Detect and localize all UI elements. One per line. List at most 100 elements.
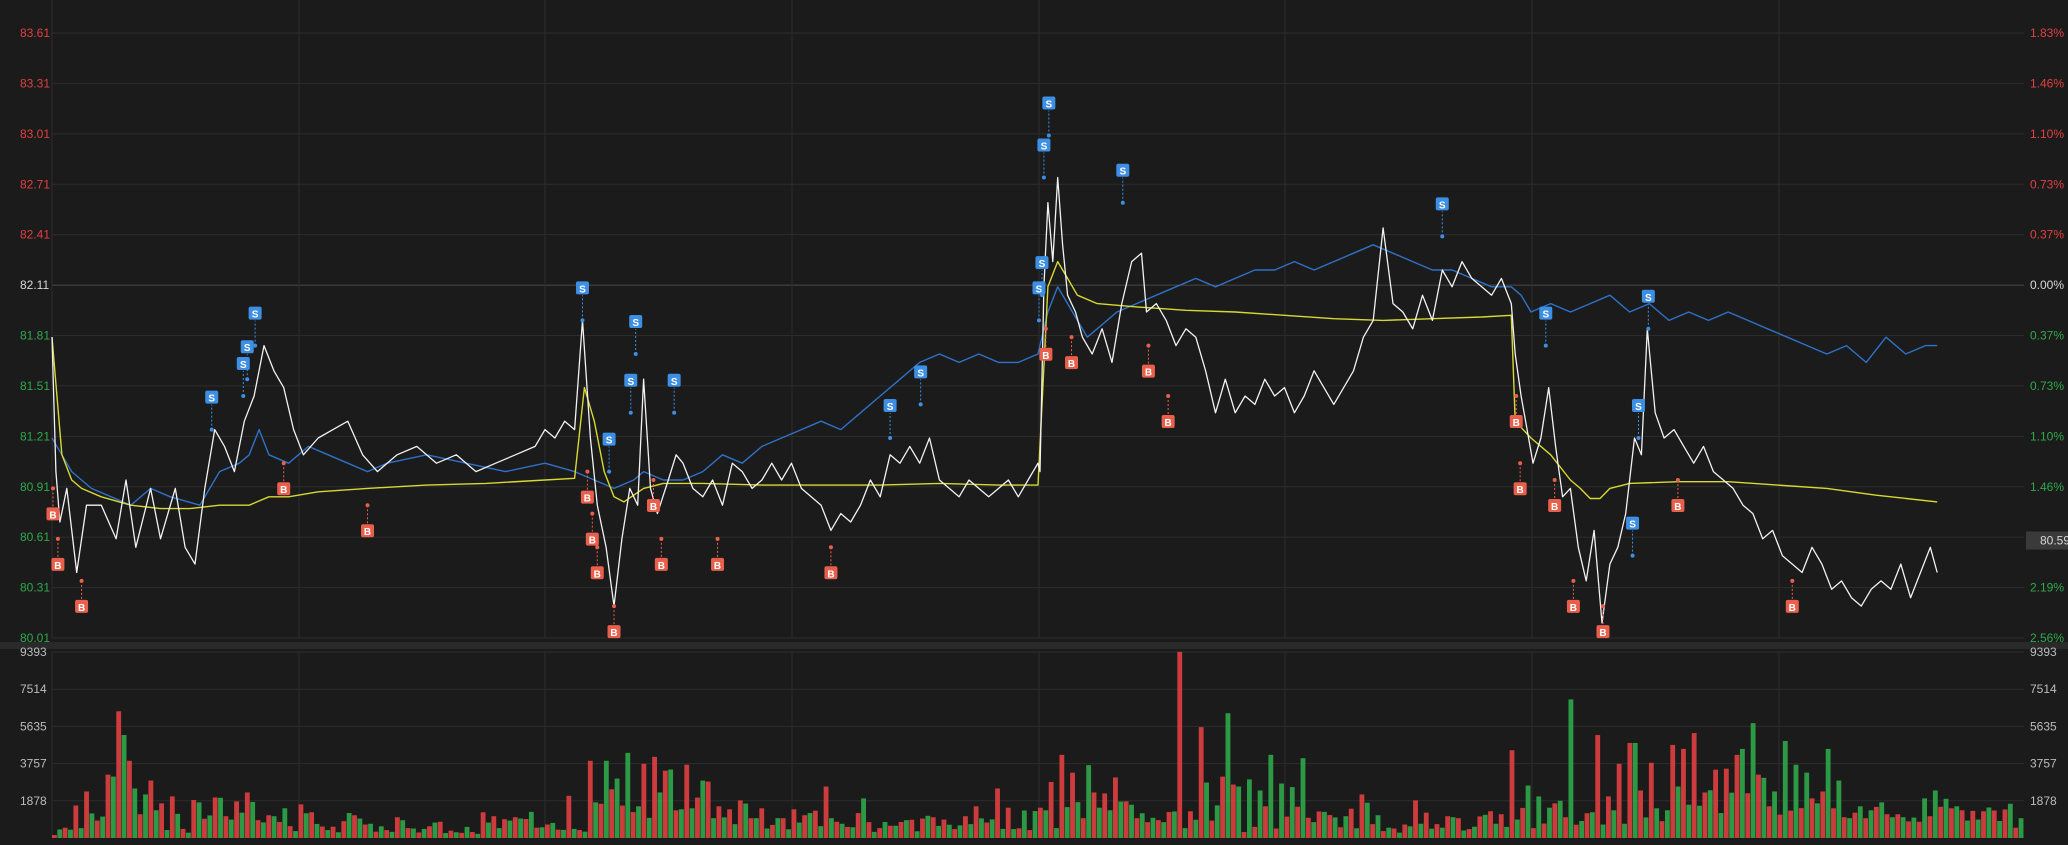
volume-bar-down bbox=[614, 778, 620, 838]
volume-bar-up bbox=[566, 795, 572, 838]
sell-signal-label: S bbox=[1542, 310, 1549, 321]
buy-signal-point bbox=[651, 478, 656, 483]
volume-bar-up bbox=[834, 821, 840, 838]
buy-signal-label: B bbox=[1165, 418, 1172, 429]
volume-bar-up bbox=[459, 832, 465, 838]
volume-tick-label-right: 9393 bbox=[2030, 645, 2057, 659]
volume-bar-up bbox=[1702, 792, 1708, 838]
volume-bar-down bbox=[668, 769, 674, 838]
volume-bar-up bbox=[394, 817, 400, 838]
volume-bar-down bbox=[1547, 807, 1552, 838]
volume-bar-down bbox=[78, 828, 84, 838]
volume-bar-up bbox=[1498, 814, 1504, 838]
volume-bar-up bbox=[962, 816, 968, 838]
y-left-tick-label: 80.31 bbox=[20, 581, 50, 595]
y-right-tick-label: 1.46% bbox=[2030, 480, 2064, 494]
sell-signal-label: S bbox=[1645, 293, 1652, 304]
volume-bar-down bbox=[861, 798, 866, 838]
volume-bar-down bbox=[1450, 817, 1456, 838]
volume-bar-down bbox=[164, 830, 170, 838]
volume-bar-down bbox=[1965, 820, 1970, 838]
volume-bar-up bbox=[1391, 828, 1397, 838]
sell-signal-point bbox=[888, 436, 893, 441]
y-left-tick-label: 81.21 bbox=[20, 429, 50, 443]
sell-signal-point bbox=[1636, 436, 1641, 441]
buy-signal-label: B bbox=[1674, 502, 1681, 513]
volume-bar-down bbox=[100, 816, 106, 838]
volume-tick-label-left: 5635 bbox=[20, 719, 47, 733]
volume-bar-up bbox=[416, 832, 422, 838]
volume-bar-down bbox=[486, 822, 491, 838]
buy-signal-point bbox=[1571, 578, 1576, 583]
sell-signal-point bbox=[628, 410, 633, 415]
volume-bar-down bbox=[818, 826, 824, 838]
volume-bar-up bbox=[94, 820, 100, 838]
buy-signal-point bbox=[1514, 394, 1519, 398]
volume-bar-down bbox=[1525, 785, 1531, 838]
volume-bar-down bbox=[1129, 804, 1134, 838]
y-right-tick-label: 1.10% bbox=[2030, 429, 2064, 443]
volume-bar-up bbox=[1005, 807, 1011, 838]
volume-bar-down bbox=[657, 792, 663, 838]
volume-bar-up bbox=[512, 817, 518, 838]
volume-bar-up bbox=[545, 824, 550, 838]
volume-bar-up bbox=[791, 809, 797, 838]
volume-bar-down bbox=[1054, 828, 1059, 838]
y-left-tick-label: 81.81 bbox=[20, 329, 50, 343]
volume-bar-up bbox=[180, 828, 186, 838]
volume-bar-up bbox=[1241, 832, 1247, 838]
volume-bar-down bbox=[1193, 819, 1199, 838]
volume-bar-up bbox=[1938, 806, 1944, 838]
buy-signal-label: B bbox=[714, 561, 721, 572]
sell-signal-label: S bbox=[1629, 520, 1636, 531]
volume-bar-down bbox=[1557, 800, 1563, 838]
y-right-tick-label: 0.37% bbox=[2030, 228, 2064, 242]
sell-signal-label: S bbox=[632, 318, 639, 329]
volume-bar-up bbox=[1756, 774, 1761, 838]
y-left-tick-label: 81.51 bbox=[20, 379, 50, 393]
volume-bar-up bbox=[1766, 806, 1772, 838]
volume-bar-down bbox=[2007, 803, 2013, 838]
volume-bar-up bbox=[598, 803, 604, 838]
volume-bar-up bbox=[1038, 807, 1043, 838]
volume-bar-down bbox=[1118, 801, 1124, 838]
volume-bar-down bbox=[689, 808, 695, 838]
panel-separator bbox=[0, 642, 2068, 649]
volume-bar-up bbox=[555, 829, 561, 838]
volume-bar-up bbox=[405, 828, 411, 838]
y-right-tick-label: 0.73% bbox=[2030, 379, 2064, 393]
volume-bar-down bbox=[421, 828, 427, 838]
volume-bar-up bbox=[1327, 815, 1333, 838]
volume-bar-down bbox=[357, 818, 363, 838]
volume-bar-up bbox=[1027, 830, 1033, 838]
volume-bar-down bbox=[1171, 811, 1177, 838]
volume-bar-down bbox=[185, 832, 191, 838]
volume-bar-down bbox=[904, 820, 909, 838]
volume-bar-down bbox=[1279, 783, 1284, 838]
volume-bar-up bbox=[1220, 776, 1226, 838]
volume-tick-label-left: 7514 bbox=[20, 682, 47, 696]
volume-bar-up bbox=[920, 818, 925, 838]
volume-bar-up bbox=[577, 830, 582, 838]
buy-signal-point bbox=[590, 511, 595, 516]
volume-bar-up bbox=[780, 818, 786, 838]
volume-bar-up bbox=[223, 816, 229, 838]
sell-signal-point bbox=[245, 377, 250, 382]
sell-signal-point bbox=[1039, 293, 1044, 298]
sell-signal-label: S bbox=[917, 368, 924, 379]
y-right-tick-label: 2.56% bbox=[2030, 631, 2064, 645]
volume-bar-up bbox=[1155, 820, 1161, 838]
volume-bar-up bbox=[705, 781, 711, 838]
volume-bar-down bbox=[1332, 817, 1338, 838]
buy-signal-label: B bbox=[364, 527, 371, 538]
volume-bar-down bbox=[1000, 828, 1006, 838]
volume-bar-up bbox=[1777, 814, 1783, 838]
volume-bar-up bbox=[1145, 822, 1150, 838]
volume-bar-down bbox=[175, 813, 181, 838]
volume-bar-up bbox=[1863, 818, 1869, 838]
volume-bar-up bbox=[1445, 816, 1451, 838]
volume-bar-up bbox=[427, 826, 432, 838]
volume-bar-up bbox=[1016, 828, 1022, 838]
volume-bar-down bbox=[325, 830, 331, 838]
volume-bar-down bbox=[1750, 723, 1756, 838]
